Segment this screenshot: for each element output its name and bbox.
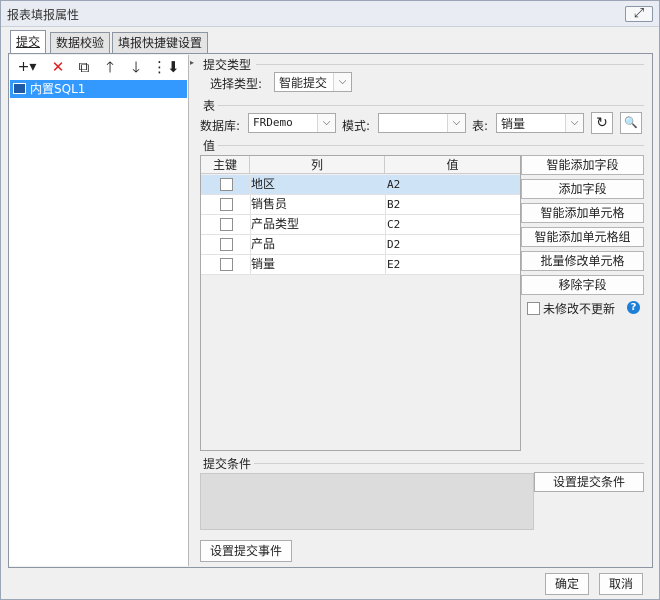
column-divider [250,175,251,275]
key-checkbox[interactable] [220,198,233,211]
value-cell: D2 [387,238,401,251]
tab-shortcut-settings[interactable]: 填报快捷键设置 [112,32,209,54]
key-checkbox[interactable] [220,238,233,251]
database-label: 数据库: [200,119,241,133]
remove-field-button[interactable]: 移除字段 [521,275,644,295]
column-cell: 销售员 [251,197,288,211]
column-cell: 产品类型 [251,217,300,231]
refresh-icon: ↻ [596,115,608,131]
preview-button[interactable]: 🔍 [620,112,642,134]
mode-label: 模式: [342,119,371,133]
tree-item-builtin-sql[interactable]: 内置SQL1 [10,80,187,98]
table-label: 表: [472,119,489,133]
header-key[interactable]: 主键 [201,156,250,174]
mode-select[interactable]: ⌵ [378,113,466,133]
submit-type-value: 智能提交 [279,76,328,90]
table-select[interactable]: 销量 ⌵ [496,113,584,133]
sort-icon[interactable]: ⋮⬇ [152,58,180,76]
chevron-down-icon: ⌵ [317,114,335,132]
collapse-arrow-icon[interactable]: ▸ [190,58,194,67]
dialog-title: 报表填报属性 [7,8,80,22]
submit-condition-area [200,473,534,530]
submit-type-select[interactable]: 智能提交 ⌵ [274,72,352,92]
sql-data-icon [13,83,26,94]
help-icon[interactable]: ? [627,301,640,314]
maximize-close-button[interactable]: ⤢ [625,6,653,22]
no-update-unmodified-label: 未修改不更新 [543,302,616,316]
key-checkbox[interactable] [220,218,233,231]
column-cell: 销量 [251,257,276,271]
database-value: FRDemo [253,116,293,129]
table-value: 销量 [501,117,526,131]
divider [254,463,644,464]
preview-icon: 🔍 [624,116,638,129]
select-type-label: 选择类型: [210,77,263,91]
submit-condition-section-title: 提交条件 [203,457,252,471]
header-value[interactable]: 值 [385,156,520,174]
column-cell: 产品 [251,237,276,251]
left-panel [9,55,189,566]
value-section-title: 值 [203,139,216,153]
value-cell: E2 [387,258,401,271]
tree-item-label: 内置SQL1 [30,82,86,96]
key-checkbox[interactable] [220,178,233,191]
title-bar: 报表填报属性 ⤢ [1,1,659,27]
tab-data-validation[interactable]: 数据校验 [50,32,111,54]
add-icon[interactable]: +▾ [14,58,40,76]
smart-add-cell-group-button[interactable]: 智能添加单元格组 [521,227,644,247]
ok-button[interactable]: 确定 [545,573,589,595]
header-column[interactable]: 列 [250,156,385,174]
cancel-button[interactable]: 取消 [599,573,643,595]
submit-type-section-title: 提交类型 [203,58,252,72]
smart-add-cell-button[interactable]: 智能添加单元格 [521,203,644,223]
tab-submit[interactable]: 提交 [10,30,47,54]
divider [218,145,644,146]
divider [256,64,644,65]
chevron-down-icon: ⌵ [447,114,465,132]
column-divider [385,175,386,275]
value-cell: B2 [387,198,401,211]
move-up-icon[interactable]: 🡑 [100,58,120,76]
set-submit-condition-button[interactable]: 设置提交条件 [534,472,644,492]
chevron-down-icon: ⌵ [333,73,351,91]
table-row[interactable]: 产品类型 C2 [201,215,520,235]
panel-splitter[interactable] [189,55,194,566]
column-cell: 地区 [251,177,276,191]
table-row[interactable]: 地区 A2 [201,175,520,195]
key-checkbox[interactable] [220,258,233,271]
refresh-button[interactable]: ↻ [591,112,613,134]
add-field-button[interactable]: 添加字段 [521,179,644,199]
table-row[interactable]: 销量 E2 [201,255,520,275]
set-submit-event-button[interactable]: 设置提交事件 [200,540,292,562]
table-row[interactable]: 销售员 B2 [201,195,520,215]
database-select[interactable]: FRDemo ⌵ [248,113,336,133]
delete-icon[interactable]: ✕ [48,58,68,76]
table-section-title: 表 [203,99,216,113]
batch-modify-cell-button[interactable]: 批量修改单元格 [521,251,644,271]
no-update-unmodified-checkbox[interactable] [527,302,540,315]
table-row[interactable]: 产品 D2 [201,235,520,255]
copy-icon[interactable]: ⧉ [74,58,94,76]
value-cell: A2 [387,178,401,191]
divider [218,105,644,106]
move-down-icon[interactable]: 🡓 [126,58,146,76]
smart-add-field-button[interactable]: 智能添加字段 [521,155,644,175]
chevron-down-icon: ⌵ [565,114,583,132]
value-cell: C2 [387,218,401,231]
tab-submit-label: 提交 [16,35,41,49]
